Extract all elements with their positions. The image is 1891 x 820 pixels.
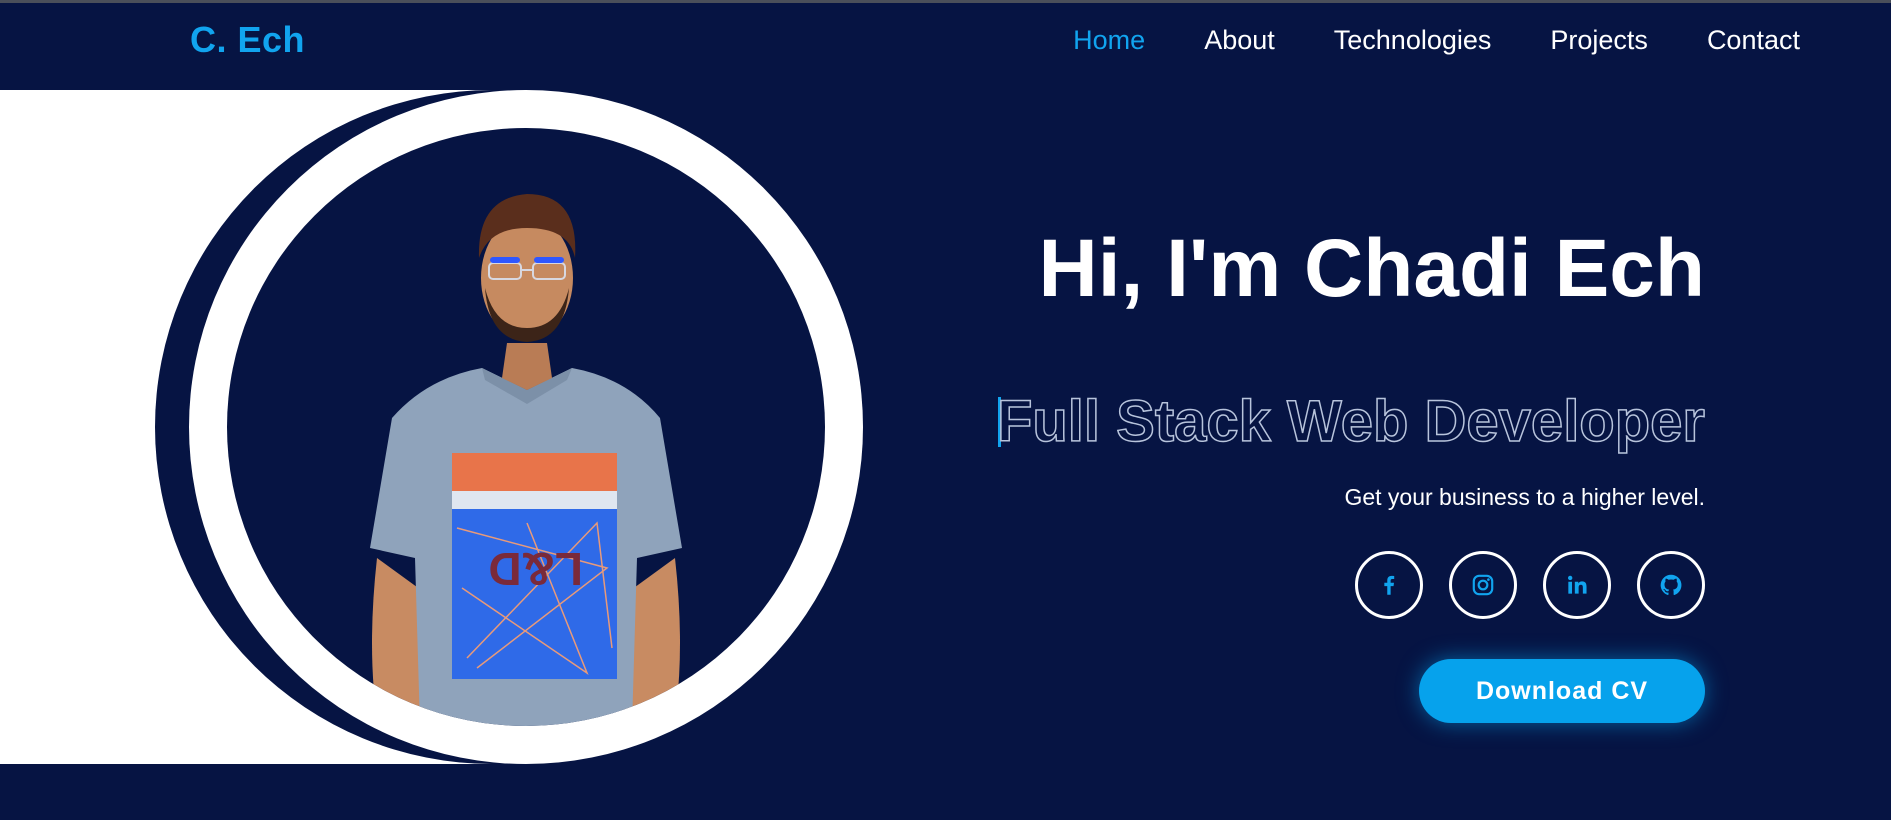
shirt-print: L&D [488,543,583,595]
hero-role: Full Stack Web Developer [996,388,1706,455]
hero-tagline: Get your business to a higher level. [1344,484,1705,510]
hero-role-text: Full Stack Web Developer [996,388,1706,455]
hero-title: Hi, I'm Chadi Ech [1038,223,1706,314]
nav-link-home[interactable]: Home [1073,23,1145,57]
facebook-button[interactable] [1355,551,1423,619]
nav-link-contact[interactable]: Contact [1707,23,1800,57]
linkedin-button[interactable] [1543,551,1611,619]
profile-photo: L&D [370,194,682,726]
instagram-button[interactable] [1449,551,1517,619]
github-button[interactable] [1637,551,1705,619]
nav-links: Home About Technologies Projects Contact [1014,23,1800,57]
download-cv-button[interactable]: Download CV [1419,659,1705,723]
social-links [1355,551,1705,619]
profile-photo-frame: L&D [227,128,825,726]
nav-link-about[interactable]: About [1204,23,1275,57]
instagram-icon [1472,574,1494,596]
navbar: C. Ech Home About Technologies Projects … [0,3,1891,83]
nav-link-technologies[interactable]: Technologies [1334,23,1492,57]
github-icon [1660,574,1682,595]
linkedin-icon [1568,575,1587,594]
nav-link-projects[interactable]: Projects [1550,23,1648,57]
facebook-icon [1384,575,1395,595]
brand-logo[interactable]: C. Ech [190,19,305,61]
